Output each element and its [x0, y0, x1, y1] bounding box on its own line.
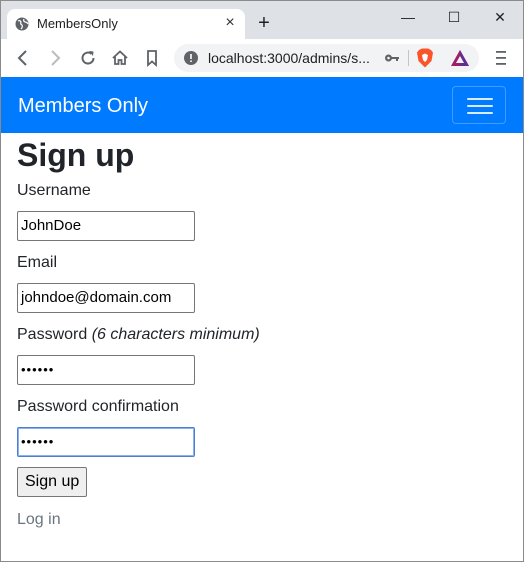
kebab-menu-icon[interactable]	[493, 48, 509, 68]
bookmark-icon[interactable]	[142, 48, 162, 68]
password-confirmation-label: Password confirmation	[17, 398, 179, 415]
address-url[interactable]: localhost:3000/admins/s...	[208, 50, 378, 66]
sign-up-button[interactable]: Sign up	[17, 467, 88, 497]
email-label: Email	[17, 254, 58, 271]
hamburger-icon-bar	[467, 98, 493, 100]
site-navbar: Members Only	[1, 77, 523, 133]
key-icon[interactable]	[384, 51, 400, 65]
bat-rewards-icon[interactable]	[450, 49, 470, 67]
browser-toolbar: localhost:3000/admins/s...	[1, 39, 523, 78]
password-hint: (6 characters minimum)	[91, 326, 260, 343]
reload-icon[interactable]	[78, 48, 98, 68]
back-arrow-icon[interactable]	[13, 48, 33, 68]
tab-close-icon[interactable]: ×	[221, 14, 239, 32]
address-separator	[408, 50, 409, 66]
username-field[interactable]: JohnDoe	[17, 211, 195, 241]
new-tab-button[interactable]: +	[253, 13, 275, 35]
log-in-link[interactable]: Log in	[17, 510, 61, 530]
address-bar[interactable]: localhost:3000/admins/s...	[174, 44, 479, 72]
hamburger-icon-bar	[467, 112, 493, 114]
globe-icon	[15, 17, 29, 31]
browser-window: MembersOnly × + — ☐ ✕ localhost:3000/adm…	[0, 0, 524, 562]
minimize-button[interactable]: —	[393, 5, 423, 29]
navbar-brand[interactable]: Members Only	[18, 94, 148, 118]
brave-shield-icon[interactable]	[416, 48, 434, 68]
tab-title: MembersOnly	[37, 16, 118, 31]
tab-strip: MembersOnly × + — ☐ ✕	[1, 1, 523, 39]
email-field[interactable]: johndoe@domain.com	[17, 283, 195, 313]
home-icon[interactable]	[110, 48, 130, 68]
maximize-button[interactable]: ☐	[439, 5, 469, 29]
navbar-toggler-button[interactable]	[452, 86, 506, 124]
info-icon[interactable]	[184, 51, 198, 65]
close-window-button[interactable]: ✕	[485, 5, 515, 29]
forward-arrow-icon[interactable]	[45, 48, 65, 68]
page-title: Sign up	[17, 137, 135, 173]
browser-tab[interactable]: MembersOnly ×	[7, 9, 245, 39]
password-label-row: Password (6 characters minimum)	[17, 325, 260, 345]
password-confirmation-field[interactable]: ••••••	[17, 427, 195, 457]
username-label: Username	[17, 182, 91, 199]
password-label: Password	[17, 326, 88, 343]
password-field[interactable]: ••••••	[17, 355, 195, 385]
hamburger-icon-bar	[467, 105, 493, 107]
